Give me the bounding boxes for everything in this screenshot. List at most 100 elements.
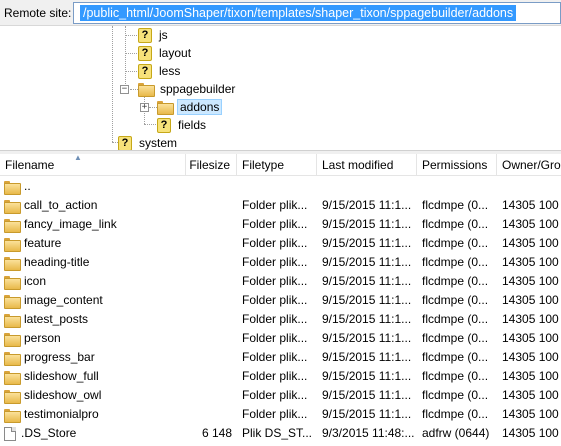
file-owner: 14305 100 bbox=[502, 312, 559, 326]
list-item[interactable]: person Folder plik... 9/15/2015 11:1... … bbox=[0, 329, 561, 348]
file-modified: 9/15/2015 11:1... bbox=[322, 331, 412, 345]
list-item[interactable]: slideshow_owl Folder plik... 9/15/2015 1… bbox=[0, 386, 561, 405]
folder-icon bbox=[4, 351, 21, 366]
tree-node-less[interactable]: ? less bbox=[138, 62, 182, 80]
question-icon: ? bbox=[157, 117, 171, 133]
column-header-permissions[interactable]: Permissions bbox=[417, 154, 497, 176]
folder-icon bbox=[4, 408, 21, 423]
column-header-owner[interactable]: Owner/Gro bbox=[497, 154, 561, 176]
file-name: slideshow_full bbox=[24, 369, 99, 383]
folder-icon bbox=[138, 83, 155, 97]
folder-icon bbox=[4, 332, 21, 347]
list-item[interactable]: progress_bar Folder plik... 9/15/2015 11… bbox=[0, 348, 561, 367]
file-modified: 9/15/2015 11:1... bbox=[322, 293, 412, 307]
expand-toggle[interactable]: + bbox=[140, 103, 149, 112]
tree-guide-line bbox=[149, 107, 157, 108]
file-permissions: flcdmpe (0... bbox=[422, 255, 489, 269]
file-owner: 14305 100 bbox=[502, 331, 559, 345]
file-owner: 14305 100 bbox=[502, 388, 559, 402]
file-modified: 9/15/2015 11:1... bbox=[322, 236, 412, 250]
list-item[interactable]: feature Folder plik... 9/15/2015 11:1...… bbox=[0, 234, 561, 253]
folder-icon bbox=[4, 370, 21, 385]
folder-icon bbox=[4, 313, 21, 328]
remote-directory-tree[interactable]: ? js ? layout ? less − sppagebuilder + a… bbox=[0, 26, 561, 150]
tree-node-js[interactable]: ? js bbox=[138, 26, 170, 44]
column-label: Last modified bbox=[322, 158, 394, 172]
file-type: Folder plik... bbox=[242, 198, 308, 212]
folder-icon bbox=[4, 237, 21, 252]
file-permissions: flcdmpe (0... bbox=[422, 274, 489, 288]
file-type: Folder plik... bbox=[242, 369, 308, 383]
file-modified: 9/15/2015 11:1... bbox=[322, 388, 412, 402]
folder-icon bbox=[4, 218, 21, 233]
file-modified: 9/15/2015 11:1... bbox=[322, 407, 412, 421]
list-item[interactable]: slideshow_full Folder plik... 9/15/2015 … bbox=[0, 367, 561, 386]
file-type: Folder plik... bbox=[242, 255, 308, 269]
list-item[interactable]: heading-title Folder plik... 9/15/2015 1… bbox=[0, 253, 561, 272]
tree-guide-line bbox=[130, 89, 138, 90]
file-modified: 9/15/2015 11:1... bbox=[322, 217, 412, 231]
column-label: Filesize bbox=[189, 158, 230, 172]
list-item[interactable]: icon Folder plik... 9/15/2015 11:1... fl… bbox=[0, 272, 561, 291]
file-name: progress_bar bbox=[24, 350, 95, 364]
file-icon bbox=[4, 426, 16, 441]
list-item[interactable]: .DS_Store 6 148 Plik DS_ST... 9/3/2015 1… bbox=[0, 424, 561, 443]
list-item-parent[interactable]: .. bbox=[0, 177, 561, 196]
column-header-last-modified[interactable]: Last modified bbox=[317, 154, 417, 176]
tree-node-sppagebuilder[interactable]: sppagebuilder bbox=[138, 80, 237, 98]
file-name: fancy_image_link bbox=[24, 217, 117, 231]
list-item[interactable]: image_content Folder plik... 9/15/2015 1… bbox=[0, 291, 561, 310]
tree-guide-line bbox=[144, 124, 156, 125]
file-owner: 14305 100 bbox=[502, 274, 559, 288]
column-label: Filetype bbox=[242, 158, 285, 172]
file-name: feature bbox=[24, 236, 62, 250]
question-icon: ? bbox=[138, 63, 152, 79]
column-header-filename[interactable]: Filename ▲ bbox=[0, 154, 186, 176]
file-permissions: flcdmpe (0... bbox=[422, 388, 489, 402]
folder-icon bbox=[4, 389, 21, 404]
column-header-filesize[interactable]: Filesize bbox=[186, 154, 237, 176]
remote-path-input[interactable]: /public_html/JoomShaper/tixon/templates/… bbox=[73, 2, 561, 24]
file-modified: 9/15/2015 11:1... bbox=[322, 255, 412, 269]
column-label: Owner/Gro bbox=[502, 158, 561, 172]
tree-node-layout[interactable]: ? layout bbox=[138, 44, 193, 62]
tree-node-system[interactable]: ? system bbox=[118, 134, 179, 150]
column-header-filetype[interactable]: Filetype bbox=[237, 154, 317, 176]
file-owner: 14305 100 bbox=[502, 236, 559, 250]
question-icon: ? bbox=[118, 135, 132, 150]
file-modified: 9/15/2015 11:1... bbox=[322, 274, 412, 288]
list-item[interactable]: fancy_image_link Folder plik... 9/15/201… bbox=[0, 215, 561, 234]
collapse-toggle[interactable]: − bbox=[120, 85, 129, 94]
file-modified: 9/15/2015 11:1... bbox=[322, 312, 412, 326]
tree-guide-line bbox=[125, 71, 137, 72]
tree-node-addons[interactable]: addons bbox=[157, 98, 223, 116]
tree-node-fields[interactable]: ? fields bbox=[157, 116, 208, 134]
file-permissions: flcdmpe (0... bbox=[422, 236, 489, 250]
tree-node-label: addons bbox=[177, 99, 223, 115]
column-label: Filename bbox=[5, 158, 55, 172]
file-modified: 9/3/2015 11:48:... bbox=[322, 426, 414, 440]
folder-icon bbox=[4, 199, 21, 214]
tree-node-label: js bbox=[159, 28, 168, 42]
file-permissions: flcdmpe (0... bbox=[422, 312, 489, 326]
list-item[interactable]: call_to_action Folder plik... 9/15/2015 … bbox=[0, 196, 561, 215]
file-type: Folder plik... bbox=[242, 236, 308, 250]
file-owner: 14305 100 bbox=[502, 255, 559, 269]
file-name: testimonialpro bbox=[24, 407, 99, 421]
file-name: icon bbox=[24, 274, 47, 288]
list-item[interactable]: testimonialpro Folder plik... 9/15/2015 … bbox=[0, 405, 561, 424]
file-owner: 14305 100 bbox=[502, 350, 559, 364]
tree-node-label: less bbox=[159, 64, 181, 78]
file-owner: 14305 100 bbox=[502, 369, 559, 383]
remote-path-value[interactable]: /public_html/JoomShaper/tixon/templates/… bbox=[80, 5, 517, 21]
tree-guide-line bbox=[112, 26, 113, 142]
tree-guide-line bbox=[125, 53, 137, 54]
tree-guide-line bbox=[125, 35, 137, 36]
file-type: Folder plik... bbox=[242, 217, 308, 231]
file-owner: 14305 100 bbox=[502, 407, 559, 421]
question-icon: ? bbox=[138, 45, 152, 61]
file-owner: 14305 100 bbox=[502, 426, 559, 440]
list-item[interactable]: latest_posts Folder plik... 9/15/2015 11… bbox=[0, 310, 561, 329]
file-name: .. bbox=[24, 179, 31, 193]
tree-node-label: fields bbox=[178, 118, 207, 132]
